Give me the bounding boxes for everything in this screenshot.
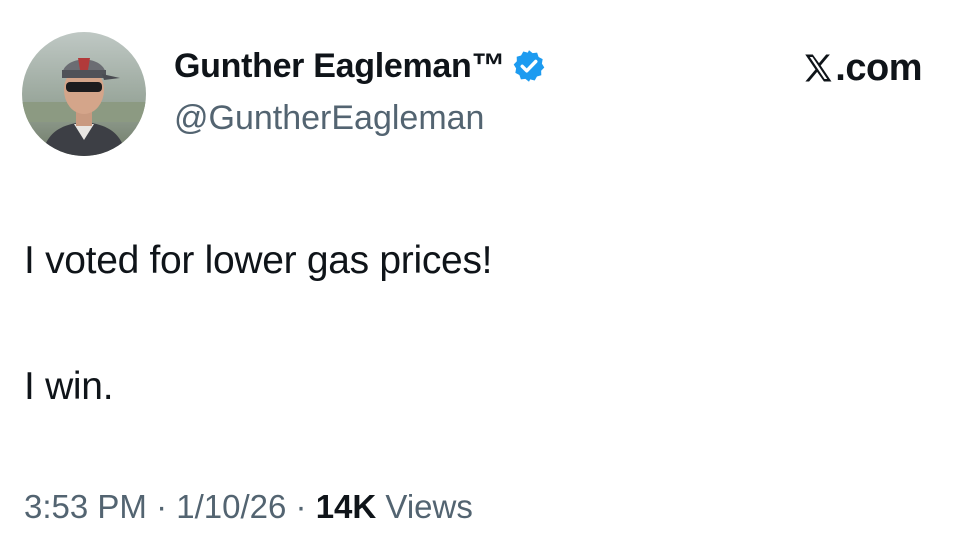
tweet-text-line: I voted for lower gas prices! [24, 239, 493, 282]
tweet-date[interactable]: 1/10/26 [176, 488, 286, 525]
separator: · [156, 488, 168, 525]
verified-badge-icon [511, 48, 547, 84]
brand-label[interactable]: .com [801, 46, 922, 90]
tweet-time[interactable]: 3:53 PM [24, 488, 147, 525]
avatar[interactable] [22, 32, 146, 156]
tweet-text-line: I win. [24, 365, 114, 408]
views-label: Views [385, 488, 473, 525]
brand-domain: .com [835, 47, 922, 89]
tweet-meta: 3:53 PM · 1/10/26 · 14K Views [24, 485, 473, 529]
display-name-row: Gunther Eagleman™ [174, 44, 547, 88]
x-logo-icon [801, 51, 835, 85]
separator: · [295, 488, 307, 525]
user-handle[interactable]: @GuntherEagleman [174, 96, 484, 140]
views-count: 14K [315, 488, 377, 525]
tweet-card: Gunther Eagleman™ @GuntherEagleman .com … [0, 0, 968, 547]
display-name[interactable]: Gunther Eagleman™ [174, 44, 505, 88]
profile-photo [22, 32, 146, 156]
